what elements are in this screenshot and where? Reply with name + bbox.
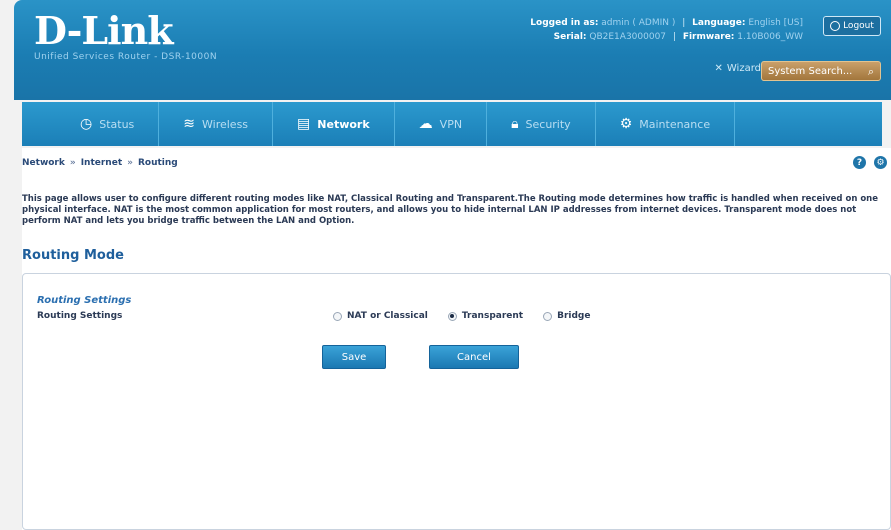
logout-button[interactable]: Logout — [823, 16, 881, 36]
logout-label: Logout — [843, 21, 874, 31]
page-description: This page allows user to configure diffe… — [22, 194, 878, 226]
main-nav: ◷ Status ≋ Wireless ▤ Network ☁ VPN 🔒︎ S… — [22, 102, 882, 146]
nav-maintenance[interactable]: ⚙ Maintenance — [596, 102, 736, 146]
nav-vpn[interactable]: ☁ VPN — [395, 102, 488, 146]
firmware-value: 1.10B006_WW — [737, 32, 803, 42]
nav-network[interactable]: ▤ Network — [273, 102, 395, 146]
wizard-icon: ✕ — [714, 63, 723, 74]
cloud-icon: ☁ — [418, 116, 433, 132]
radio-bridge[interactable]: Bridge — [543, 311, 590, 321]
header: D-Link Unified Services Router - DSR-100… — [14, 0, 891, 100]
product-subtitle: Unified Services Router - DSR-1000N — [34, 52, 218, 62]
radio-transparent[interactable]: Transparent — [447, 311, 524, 321]
routing-settings-label: Routing Settings — [37, 311, 123, 321]
nav-network-label: Network — [317, 117, 370, 131]
breadcrumb-network[interactable]: Network — [22, 158, 65, 168]
breadcrumb-internet[interactable]: Internet — [81, 158, 122, 168]
nav-status[interactable]: ◷ Status — [22, 102, 160, 146]
logged-in-user: admin ( ADMIN ) — [601, 18, 676, 28]
nav-maintenance-label: Maintenance — [639, 117, 711, 131]
nav-wireless-label: Wireless — [202, 117, 249, 131]
language-link[interactable]: English [US] — [748, 18, 803, 28]
serial-value: QB2E1A3000007 — [589, 32, 667, 42]
settings-icon[interactable]: ⚙ — [874, 156, 887, 169]
radio-button[interactable] — [333, 311, 342, 321]
wizard-label: Wizard — [726, 63, 761, 74]
routing-mode-radios: NAT or Classical Transparent Bridge — [333, 311, 590, 321]
breadcrumb: Network » Internet » Routing — [22, 158, 178, 168]
cancel-button[interactable]: Cancel — [429, 345, 519, 369]
breadcrumb-arrow-icon: » — [127, 158, 133, 168]
logged-in-label: Logged in as: — [530, 18, 599, 28]
wizard-link[interactable]: ✕ Wizard — [715, 63, 762, 74]
radio-button[interactable] — [447, 311, 457, 321]
header-user-info: Logged in as: admin ( ADMIN ) | Language… — [530, 18, 803, 28]
firmware-label: Firmware: — [682, 32, 735, 42]
section-title: Routing Mode — [22, 248, 124, 263]
power-icon — [830, 21, 841, 31]
network-icon: ▤ — [297, 116, 311, 132]
breadcrumb-arrow-icon: » — [69, 158, 76, 168]
nav-wireless[interactable]: ≋ Wireless — [159, 102, 274, 146]
gauge-icon: ◷ — [80, 116, 93, 132]
lock-icon: 🔒︎ — [511, 116, 519, 132]
nav-security[interactable]: 🔒︎ Security — [487, 102, 596, 146]
nav-vpn-label: VPN — [439, 117, 463, 131]
serial-label: Serial: — [553, 32, 587, 42]
help-icons: ? ⚙ — [853, 156, 887, 169]
nav-security-label: Security — [525, 117, 571, 131]
radio-nat-classical[interactable]: NAT or Classical — [333, 311, 428, 321]
radio-label: Transparent — [461, 311, 524, 321]
search-icon[interactable]: ⌕ — [868, 65, 874, 79]
breadcrumb-routing: Routing — [137, 158, 178, 168]
panel-title: Routing Settings — [37, 295, 132, 306]
dlink-logo: D-Link — [34, 8, 174, 53]
wifi-icon: ≋ — [183, 116, 196, 132]
radio-button[interactable] — [543, 311, 553, 321]
help-icon[interactable]: ? — [853, 156, 866, 169]
header-device-info: Serial: QB2E1A3000007 | Firmware: 1.10B0… — [553, 32, 803, 42]
radio-label: NAT or Classical — [347, 311, 428, 321]
gears-icon: ⚙ — [619, 116, 633, 132]
language-label: Language: — [692, 18, 746, 28]
search-placeholder: System Search... — [768, 65, 853, 77]
routing-settings-panel: Routing Settings Routing Settings NAT or… — [22, 273, 891, 530]
system-search-input[interactable]: System Search... ⌕ — [761, 61, 881, 81]
save-button[interactable]: Save — [322, 345, 386, 369]
nav-status-label: Status — [99, 117, 135, 131]
radio-label: Bridge — [557, 311, 591, 321]
content-area: Network » Internet » Routing ? ⚙ This page a… — [22, 148, 891, 530]
